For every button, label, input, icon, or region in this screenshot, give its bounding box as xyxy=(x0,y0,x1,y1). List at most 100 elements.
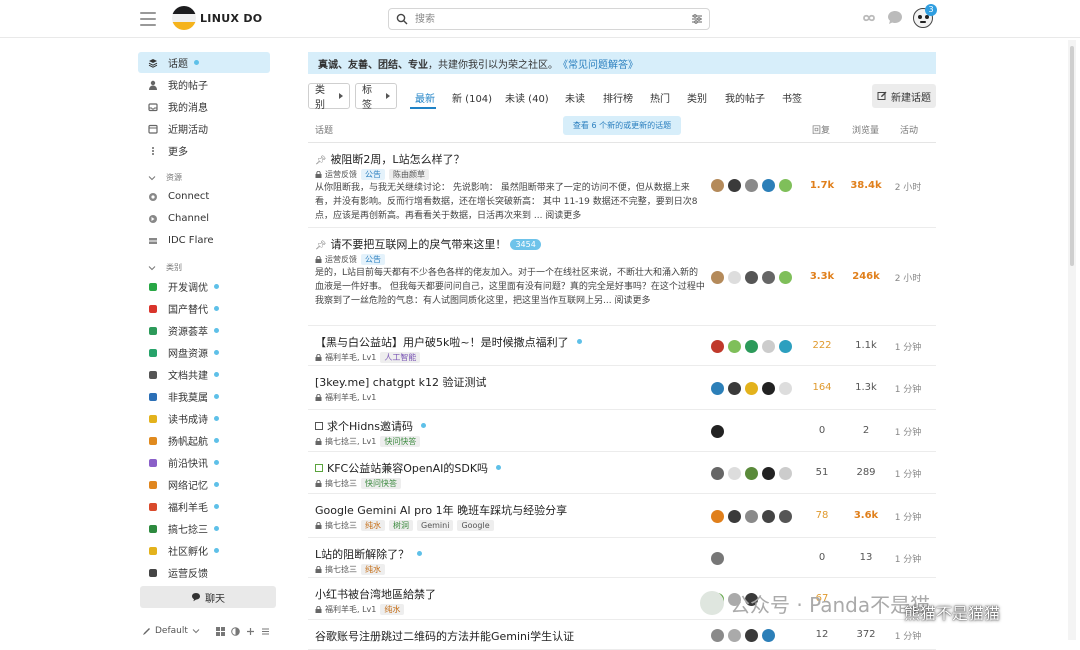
poster-avatar[interactable] xyxy=(762,510,775,523)
topic-tag[interactable]: 快问快答 xyxy=(361,478,401,489)
sidebar-category-item[interactable]: 社区孵化 xyxy=(138,540,270,561)
poster-avatar[interactable] xyxy=(779,510,792,523)
sidebar-category-item[interactable]: 读书成诗 xyxy=(138,408,270,429)
tab-categories[interactable]: 类别 xyxy=(687,90,707,105)
unread-count-badge[interactable]: 3454 xyxy=(510,239,541,250)
topic-activity[interactable]: 2 小时 xyxy=(888,271,928,284)
chevron-down-icon[interactable] xyxy=(192,627,200,635)
topic-category[interactable]: 搞七捻三, Lv1 xyxy=(325,436,376,447)
poster-avatar[interactable] xyxy=(728,340,741,353)
site-title[interactable]: LINUX DO xyxy=(200,12,262,25)
topic-title[interactable]: 【黑与白公益站】用户破5k啦~！是时候撒点福利了 xyxy=(315,334,582,350)
sidebar-category-item[interactable]: 前沿快讯 xyxy=(138,452,270,473)
topic-row[interactable]: 📌︎ 请不要把互联网上的戾气带来这里！ 3454 运营反馈 公告 是的，L站目前每天都有不… xyxy=(308,228,936,326)
sidebar-category-item[interactable]: 搞七捻三 xyxy=(138,518,270,539)
tab-unread[interactable]: 未读 xyxy=(565,90,585,105)
topic-category[interactable]: 福利羊毛, Lv1 xyxy=(325,352,376,363)
poster-avatar[interactable] xyxy=(745,510,758,523)
poster-avatar[interactable] xyxy=(745,179,758,192)
contrast-icon[interactable] xyxy=(231,626,240,636)
topic-replies[interactable]: 0 xyxy=(802,425,842,436)
hamburger-menu-icon[interactable] xyxy=(140,12,156,26)
poster-avatar[interactable] xyxy=(762,179,775,192)
topic-category[interactable]: 福利羊毛, Lv1 xyxy=(325,392,376,403)
tag-filter-dropdown[interactable]: 标签 xyxy=(355,83,397,111)
topic-tag[interactable]: 树洞 xyxy=(389,520,413,531)
poster-avatar[interactable] xyxy=(711,271,724,284)
menu-lines-icon[interactable] xyxy=(261,627,270,636)
search-box[interactable] xyxy=(388,8,710,30)
infinity-icon[interactable] xyxy=(858,9,880,27)
tab-bookmarks[interactable]: 书签 xyxy=(782,90,802,105)
category-filter-dropdown[interactable]: 类别 xyxy=(308,83,350,111)
topic-tag[interactable]: 纯水 xyxy=(361,520,385,531)
search-input[interactable] xyxy=(413,11,673,27)
show-new-topics-button[interactable]: 查看 6 个新的或更新的话题 xyxy=(563,116,681,135)
topic-tag[interactable]: 公告 xyxy=(361,169,385,180)
poster-avatar[interactable] xyxy=(745,340,758,353)
topic-title[interactable]: KFC公益站兼容OpenAI的SDK吗 xyxy=(315,460,502,476)
topic-row[interactable]: L站的阻断解除了？ 搞七捻三 纯水 0 13 1 分钟 xyxy=(308,538,936,578)
topic-category[interactable]: 福利羊毛, Lv1 xyxy=(325,604,376,615)
topic-activity[interactable]: 1 分钟 xyxy=(888,467,928,480)
notification-badge[interactable]: 3 xyxy=(925,4,937,16)
sidebar-item-recent-activity[interactable]: 近期活动 xyxy=(138,118,270,139)
sidebar-category-item[interactable]: 非我莫属 xyxy=(138,386,270,407)
topic-replies[interactable]: 164 xyxy=(802,382,842,393)
theme-selector[interactable]: Default xyxy=(155,626,188,636)
grid-icon[interactable] xyxy=(215,626,225,636)
topic-row[interactable]: KFC公益站兼容OpenAI的SDK吗 搞七捻三 快问快答 51 289 1 分钟 xyxy=(308,452,936,494)
site-logo[interactable] xyxy=(172,6,196,30)
topic-replies[interactable]: 0 xyxy=(802,552,842,563)
sidebar-item-more[interactable]: 更多 xyxy=(138,140,270,161)
poster-avatar[interactable] xyxy=(745,467,758,480)
topic-title[interactable]: 📌︎ 被阻断2周，L站怎么样了？ xyxy=(315,151,465,167)
column-header-views[interactable]: 浏览量 xyxy=(852,123,879,136)
poster-avatar[interactable] xyxy=(728,271,741,284)
topic-replies[interactable]: 51 xyxy=(802,467,842,478)
topic-category[interactable]: 搞七捻三 xyxy=(325,564,357,575)
topic-tag[interactable]: 陈由颜草 xyxy=(389,169,429,180)
topic-activity[interactable]: 1 分钟 xyxy=(888,629,928,642)
poster-avatar[interactable] xyxy=(711,510,724,523)
topic-row[interactable]: [3key.me] chatgpt k12 验证测试 福利羊毛, Lv1 164 1.… xyxy=(308,366,936,410)
topic-title[interactable]: L站的阻断解除了？ xyxy=(315,546,423,562)
poster-avatar[interactable] xyxy=(711,382,724,395)
poster-avatar[interactable] xyxy=(745,382,758,395)
sidebar-item-connect[interactable]: Connect xyxy=(138,186,270,207)
sidebar-item-messages[interactable]: 我的消息 xyxy=(138,96,270,117)
topic-row[interactable]: 【黑与白公益站】用户破5k啦~！是时候撒点福利了 福利羊毛, Lv1 人工智能 222… xyxy=(308,326,936,366)
sidebar-category-item[interactable]: 扬帆起航 xyxy=(138,430,270,451)
topic-row[interactable]: Google Gemini AI pro 1年 晚班车踩坑与经验分享 搞七捻三 纯水… xyxy=(308,494,936,538)
tab-hot[interactable]: 热门 xyxy=(650,90,670,105)
topic-title[interactable]: 小红书被台湾地區給禁了 xyxy=(315,586,436,602)
topic-category[interactable]: 搞七捻三 xyxy=(325,520,357,531)
topic-title[interactable]: 谷歌账号注册跳过二维码的方法并能Gemini学生认证 xyxy=(315,628,574,644)
topic-replies[interactable]: 1.7k xyxy=(802,180,842,191)
poster-avatar[interactable] xyxy=(728,510,741,523)
topic-row[interactable]: 求个Hidns邀请码 搞七捻三, Lv1 快问快答 0 2 1 分钟 xyxy=(308,410,936,452)
poster-avatar[interactable] xyxy=(728,382,741,395)
poster-avatar[interactable] xyxy=(711,340,724,353)
tab-my-posts[interactable]: 我的帖子 xyxy=(725,90,765,105)
topic-tag[interactable]: Google xyxy=(457,520,494,531)
sidebar-category-item[interactable]: 福利羊毛 xyxy=(138,496,270,517)
sidebar-item-topics[interactable]: 话题 xyxy=(138,52,270,73)
tab-latest[interactable]: 最新 xyxy=(415,90,435,105)
faq-link[interactable]: 《常见问题解答》 xyxy=(558,56,638,71)
poster-avatar[interactable] xyxy=(779,382,792,395)
sidebar-category-item[interactable]: 文档共建 xyxy=(138,364,270,385)
poster-avatar[interactable] xyxy=(711,629,724,642)
poster-avatar[interactable] xyxy=(711,425,724,438)
topic-tag[interactable]: 快问快答 xyxy=(380,436,421,447)
topic-tag[interactable]: 纯水 xyxy=(361,564,385,575)
topic-replies[interactable]: 78 xyxy=(802,510,842,521)
topic-tag[interactable]: 人工智能 xyxy=(380,352,421,363)
sidebar-category-item[interactable]: 网盘资源 xyxy=(138,342,270,363)
sidebar-item-my-posts[interactable]: 我的帖子 xyxy=(138,74,270,95)
topic-category[interactable]: 运营反馈 xyxy=(325,169,357,180)
tab-unread-count[interactable]: 未读 (40) xyxy=(505,90,549,105)
sidebar-category-item[interactable]: 开发调优 xyxy=(138,276,270,297)
poster-avatar[interactable] xyxy=(779,271,792,284)
filter-sliders-icon[interactable] xyxy=(691,13,703,25)
